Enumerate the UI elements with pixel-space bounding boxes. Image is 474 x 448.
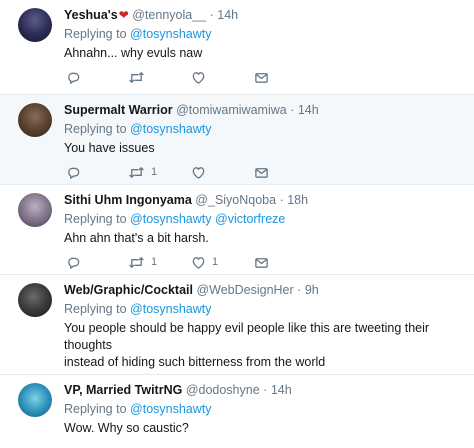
tweet-text-line: instead of hiding such bitterness from t…: [64, 355, 326, 369]
tweet[interactable]: Supermalt Warrior @tomiwamiwamiwa · 14h …: [0, 95, 474, 185]
user-handle[interactable]: @tomiwamiwamiwa: [176, 103, 287, 117]
display-name[interactable]: Sithi Uhm Ingonyama: [64, 193, 192, 207]
tweet-text-line: You people should be happy evil people l…: [64, 321, 430, 352]
replying-to-label: Replying to: [64, 212, 127, 226]
replying-to-label: Replying to: [64, 302, 127, 316]
red-heart-icon: ❤: [118, 8, 129, 22]
display-name[interactable]: VP, Married TwitrNG: [64, 383, 182, 397]
tweet-text: You people should be happy evil people l…: [64, 320, 464, 371]
tweet-text: Wow. Why so caustic?: [64, 420, 464, 437]
separator: ·: [209, 8, 214, 22]
direct-message-button[interactable]: [254, 254, 269, 270]
replying-to-label: Replying to: [64, 402, 127, 416]
retweet-button[interactable]: 1: [128, 254, 157, 270]
direct-message-button[interactable]: [254, 164, 269, 180]
avatar[interactable]: [18, 383, 52, 417]
avatar[interactable]: [18, 193, 52, 227]
tweet[interactable]: Sithi Uhm Ingonyama @_SiyoNqoba · 18h Re…: [0, 185, 474, 275]
envelope-icon: [254, 165, 269, 180]
user-handle[interactable]: @WebDesignHer: [196, 283, 293, 297]
replying-to: Replying to @tosynshawty: [64, 122, 212, 136]
heart-icon: [191, 70, 206, 85]
tweet[interactable]: Web/Graphic/Cocktail @WebDesignHer · 9h …: [0, 275, 474, 375]
tweet-text-line: You have issues: [64, 141, 155, 155]
separator: ·: [290, 103, 295, 117]
direct-message-button[interactable]: [254, 69, 269, 85]
retweet-count: 1: [151, 256, 158, 268]
reply-button[interactable]: [66, 254, 81, 270]
display-name[interactable]: Supermalt Warrior: [64, 103, 173, 117]
tweet-actions: 1: [64, 164, 284, 180]
replying-to: Replying to @tosynshawty: [64, 402, 212, 416]
tweet[interactable]: VP, Married TwitrNG @dodoshyne · 14h Rep…: [0, 375, 474, 448]
reply-icon: [66, 70, 81, 85]
envelope-icon: [254, 70, 269, 85]
user-handle[interactable]: @dodoshyne: [186, 383, 260, 397]
separator: ·: [263, 383, 268, 397]
reply-button[interactable]: [66, 164, 81, 180]
retweet-count: 1: [151, 166, 158, 178]
avatar[interactable]: [18, 103, 52, 137]
tweet-text-line: Wow. Why so caustic?: [64, 421, 189, 435]
tweet-text: Ahnahn... why evuls naw: [64, 45, 464, 62]
tweet-actions: [64, 69, 284, 85]
tweet-text-line: Ahn ahn that's a bit harsh.: [64, 231, 209, 245]
mention-link[interactable]: @victorfreze: [215, 212, 285, 226]
heart-icon: [191, 255, 206, 270]
timestamp[interactable]: 9h: [305, 283, 319, 297]
retweet-icon: [128, 255, 145, 270]
retweet-button[interactable]: 1: [128, 164, 157, 180]
tweet[interactable]: Yeshua's❤ @tennyola__ · 14h Replying to …: [0, 0, 474, 95]
mention-link[interactable]: @tosynshawty: [130, 302, 211, 316]
tweet-text: You have issues: [64, 140, 464, 157]
envelope-icon: [254, 255, 269, 270]
replying-to-label: Replying to: [64, 122, 127, 136]
display-name[interactable]: Yeshua's: [64, 8, 118, 22]
like-button[interactable]: [191, 69, 212, 85]
replying-to: Replying to @tosynshawty: [64, 302, 212, 316]
mention-link[interactable]: @tosynshawty: [130, 402, 211, 416]
replying-to: Replying to @tosynshawty: [64, 27, 212, 41]
retweet-icon: [128, 70, 145, 85]
avatar[interactable]: [18, 8, 52, 42]
separator: ·: [279, 193, 284, 207]
retweet-button[interactable]: [128, 69, 151, 85]
display-name[interactable]: Web/Graphic/Cocktail: [64, 283, 193, 297]
reply-button[interactable]: [66, 69, 81, 85]
mention-link[interactable]: @tosynshawty: [130, 212, 211, 226]
mention-link[interactable]: @tosynshawty: [130, 122, 211, 136]
separator: ·: [297, 283, 302, 297]
user-handle[interactable]: @_SiyoNqoba: [195, 193, 276, 207]
user-handle[interactable]: @tennyola__: [132, 8, 206, 22]
avatar[interactable]: [18, 283, 52, 317]
replying-to: Replying to @tosynshawty @victorfreze: [64, 212, 285, 226]
tweet-actions: 1 1: [64, 254, 284, 270]
timestamp[interactable]: 18h: [287, 193, 308, 207]
like-count: 1: [212, 256, 219, 268]
reply-icon: [66, 165, 81, 180]
timestamp[interactable]: 14h: [217, 8, 238, 22]
heart-icon: [191, 165, 206, 180]
replying-to-label: Replying to: [64, 27, 127, 41]
timestamp[interactable]: 14h: [298, 103, 319, 117]
retweet-icon: [128, 165, 145, 180]
tweet-text: Ahn ahn that's a bit harsh.: [64, 230, 464, 247]
like-button[interactable]: [191, 164, 212, 180]
like-button[interactable]: 1: [191, 254, 218, 270]
mention-link[interactable]: @tosynshawty: [130, 27, 211, 41]
reply-icon: [66, 255, 81, 270]
timestamp[interactable]: 14h: [271, 383, 292, 397]
tweet-text-line: Ahnahn... why evuls naw: [64, 46, 203, 60]
